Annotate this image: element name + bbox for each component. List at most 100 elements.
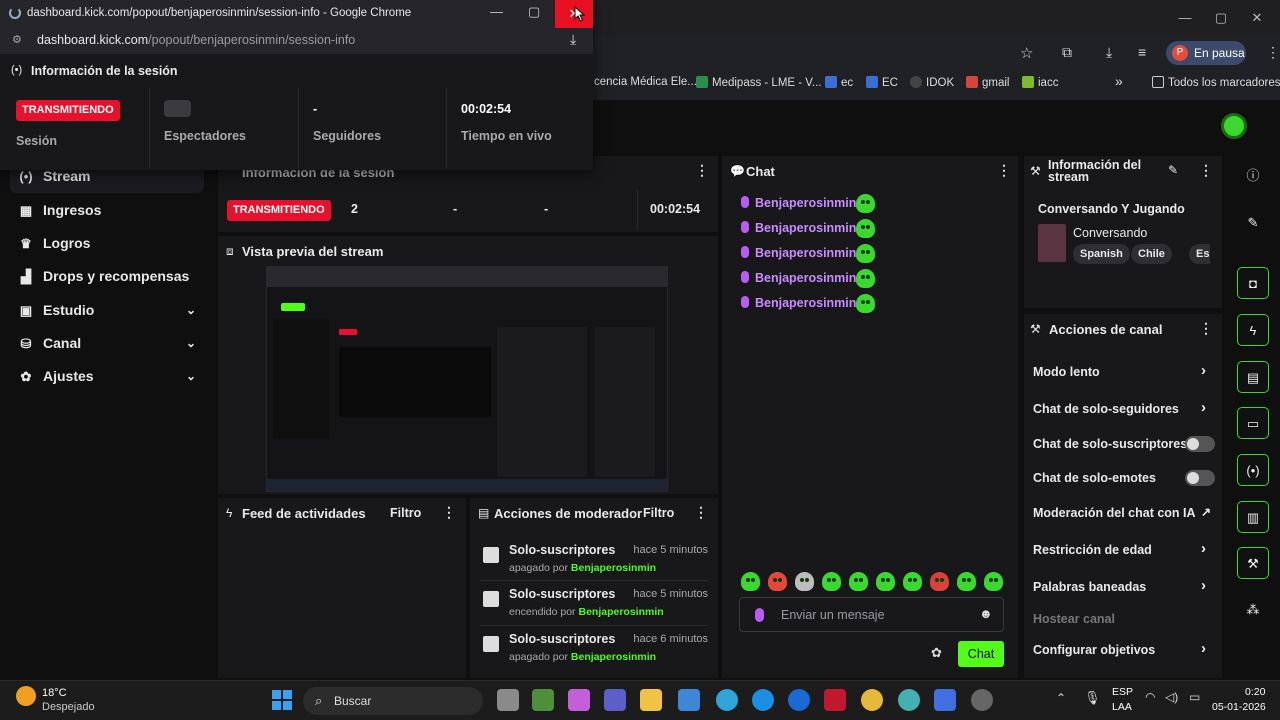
video-icon[interactable]: ▥ (1237, 501, 1269, 533)
extensions-icon[interactable]: ⧉ (1062, 44, 1072, 61)
windows-start-icon[interactable] (272, 690, 292, 710)
hp-icon[interactable] (788, 689, 810, 711)
tag-chip[interactable]: Chile (1131, 244, 1172, 264)
bookmark-item[interactable]: iacc (1022, 76, 1058, 89)
maximize-icon[interactable]: ▢ (528, 4, 540, 20)
mic-icon[interactable]: 🎙 (1084, 690, 1101, 706)
bookmark-item[interactable]: EC (866, 76, 898, 89)
settings-gear-icon[interactable]: ✿ (931, 645, 942, 661)
close-icon[interactable]: ✕ (1242, 8, 1272, 28)
sidebar-item-logros[interactable]: ♛ Logros (10, 227, 204, 260)
copilot-icon[interactable] (568, 689, 590, 711)
profile-button[interactable]: P En pausa (1166, 41, 1246, 65)
menu-icon[interactable]: ⋮ (1266, 44, 1280, 61)
chrome-icon[interactable] (861, 689, 883, 711)
mod-action-user[interactable]: Benjaperosinmin (571, 651, 656, 663)
chevron-right-icon[interactable]: › (1201, 362, 1206, 379)
emote-picker-item[interactable] (930, 572, 949, 591)
teams-icon[interactable] (604, 689, 626, 711)
popup-url[interactable]: dashboard.kick.com/popout/benjaperosinmi… (37, 33, 355, 47)
obs-icon[interactable] (971, 689, 993, 711)
more-options-icon[interactable]: ⋮ (694, 504, 708, 521)
chat-username[interactable]: Benjaperosinmin: (755, 221, 861, 235)
edit-pencil-icon[interactable]: ✎ (1168, 163, 1178, 177)
store-icon[interactable] (678, 689, 700, 711)
site-settings-icon[interactable]: ⚙ (12, 33, 22, 46)
mod-action-user[interactable]: Benjaperosinmin (578, 606, 663, 618)
sidebar-item-drops[interactable]: ▟ Drops y recompensas (10, 260, 204, 293)
chat-bubble-icon[interactable]: ▭ (1237, 407, 1269, 439)
clock-date[interactable]: 05-01-2026 (1212, 701, 1266, 713)
minimize-icon[interactable]: — (1170, 8, 1200, 28)
emote-picker-item[interactable] (822, 572, 841, 591)
mcafee-icon[interactable] (824, 689, 846, 711)
action-banned-words[interactable]: Palabras baneadas (1033, 580, 1146, 594)
emote-picker-item[interactable] (957, 572, 976, 591)
subs-only-toggle[interactable] (1185, 436, 1215, 452)
mod-action-user[interactable]: Benjaperosinmin (571, 562, 656, 574)
bookmark-item[interactable]: cencia Médica Ele... (594, 76, 697, 88)
more-options-icon[interactable]: ⋮ (442, 504, 456, 521)
stream-preview-video[interactable] (266, 266, 668, 492)
volume-icon[interactable]: ◁) (1165, 690, 1178, 704)
share-icon[interactable]: ⁂ (1237, 594, 1269, 626)
maximize-icon[interactable]: ▢ (1206, 8, 1236, 28)
chat-username[interactable]: Benjaperosinmin: (755, 271, 861, 285)
more-options-icon[interactable]: ⋮ (695, 162, 709, 179)
emotes-only-toggle[interactable] (1185, 470, 1215, 486)
send-chat-button[interactable]: Chat (958, 641, 1004, 667)
camera-icon[interactable]: ◘ (1237, 267, 1269, 299)
chevron-up-icon[interactable]: ⌃ (1056, 691, 1066, 705)
bookmark-item[interactable]: ec (825, 76, 853, 89)
action-goals[interactable]: Configurar objetivos (1033, 643, 1155, 657)
mod-filter-button[interactable]: Filtro (643, 506, 674, 520)
file-explorer-icon[interactable] (640, 689, 662, 711)
chat-username[interactable]: Benjaperosinmin: (755, 296, 861, 310)
all-bookmarks[interactable]: Todos los marcadores (1152, 76, 1280, 89)
language-code[interactable]: ESP (1112, 686, 1133, 698)
app-icon[interactable] (898, 689, 920, 711)
sidebar-item-canal[interactable]: ⛁ Canal ⌄ (10, 327, 204, 360)
more-options-icon[interactable]: ⋮ (1199, 162, 1213, 179)
action-followers-only[interactable]: Chat de solo-seguidores (1033, 402, 1179, 416)
wifi-icon[interactable]: ◠ (1145, 690, 1155, 704)
task-view-icon[interactable] (497, 689, 519, 711)
more-options-icon[interactable]: ⋮ (1199, 320, 1213, 337)
sidebar-item-ajustes[interactable]: ✿ Ajustes ⌄ (10, 360, 204, 393)
bolt-icon[interactable]: ϟ (1237, 314, 1269, 346)
edge-icon[interactable] (752, 689, 774, 711)
emote-picker-item[interactable] (768, 572, 787, 591)
chat-input[interactable]: Enviar un mensaje ☻ (739, 597, 1004, 632)
keyboard-layout[interactable]: LAA (1112, 701, 1132, 713)
sidebar-item-estudio[interactable]: ▣ Estudio ⌄ (10, 294, 204, 327)
action-ai-moderation[interactable]: Moderación del chat con IA (1033, 506, 1196, 520)
chat-username[interactable]: Benjaperosinmin: (755, 196, 861, 210)
user-avatar[interactable] (1221, 113, 1247, 139)
more-options-icon[interactable]: ⋮ (997, 162, 1011, 179)
media-icon[interactable]: ≡ (1138, 44, 1146, 60)
broadcast-icon[interactable]: (•) (1237, 454, 1269, 486)
bookmark-item[interactable]: Medipass - LME - V... (696, 76, 822, 89)
emote-picker-item[interactable] (984, 572, 1003, 591)
download-icon[interactable]: ⤓ (1106, 44, 1112, 61)
star-icon[interactable]: ☆ (1020, 44, 1033, 62)
bookmark-item[interactable]: IDOK (910, 76, 954, 89)
chevron-right-icon[interactable]: › (1201, 640, 1206, 657)
chevron-right-icon[interactable]: › (1201, 540, 1206, 557)
edit-pencil-icon[interactable]: ✎ (1237, 207, 1269, 239)
emote-picker-item[interactable] (741, 572, 760, 591)
battery-icon[interactable]: ▭ (1189, 690, 1200, 704)
activity-filter-button[interactable]: Filtro (390, 506, 421, 520)
tag-chip[interactable]: Espar (1189, 244, 1210, 264)
app-icon[interactable] (532, 689, 554, 711)
chevron-right-icon[interactable]: › (1201, 399, 1206, 416)
emote-picker-item[interactable] (849, 572, 868, 591)
action-age-restriction[interactable]: Restricción de edad (1033, 543, 1152, 557)
emote-picker-item[interactable] (903, 572, 922, 591)
more-bookmarks-icon[interactable]: » (1115, 73, 1123, 89)
download-icon[interactable]: ⤓ (570, 31, 576, 48)
bookmark-item[interactable]: gmail (966, 76, 1009, 89)
sidebar-item-ingresos[interactable]: ▦ Ingresos (10, 194, 204, 227)
info-icon[interactable]: ⓘ (1237, 160, 1269, 192)
taskbar-search[interactable]: ⌕ Buscar (303, 687, 483, 715)
